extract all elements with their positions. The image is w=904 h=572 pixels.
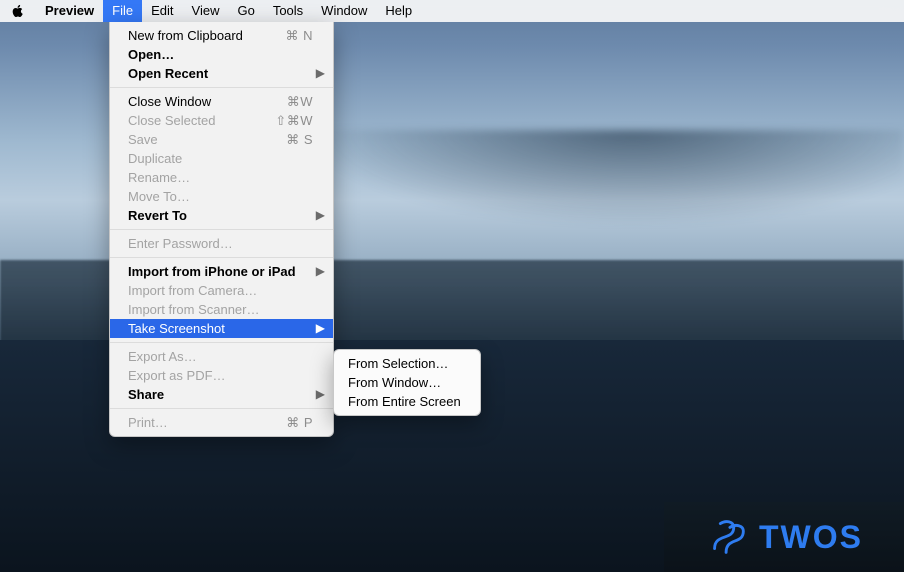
menu-item-rename: Rename…: [110, 168, 333, 187]
chevron-right-icon: ▶: [316, 206, 325, 225]
menu-item-shortcut: ⌘ S: [286, 130, 313, 149]
twos-logo-icon: [705, 514, 751, 560]
chevron-right-icon: ▶: [316, 64, 325, 83]
menu-separator: [110, 229, 333, 230]
menu-item-share[interactable]: Share▶: [110, 385, 333, 404]
menu-item-new-from-clipboard[interactable]: New from Clipboard⌘ N: [110, 26, 333, 45]
menu-separator: [110, 342, 333, 343]
app-name[interactable]: Preview: [36, 0, 103, 22]
menu-item-move-to: Move To…: [110, 187, 333, 206]
menu-item-label: Rename…: [128, 168, 313, 187]
file-menu-dropdown: New from Clipboard⌘ NOpen…Open Recent▶Cl…: [109, 22, 334, 437]
chevron-right-icon: ▶: [316, 262, 325, 281]
menu-item-label: Export as PDF…: [128, 366, 313, 385]
menu-separator: [110, 408, 333, 409]
menu-item-label: Move To…: [128, 187, 313, 206]
submenu-from-entire-screen[interactable]: From Entire Screen: [334, 392, 480, 411]
submenu-from-selection[interactable]: From Selection…: [334, 354, 480, 373]
menu-item-close-window[interactable]: Close Window⌘W: [110, 92, 333, 111]
menu-item-label: Enter Password…: [128, 234, 313, 253]
menu-window[interactable]: Window: [312, 0, 376, 22]
menu-item-import-from-scanner: Import from Scanner…: [110, 300, 333, 319]
menu-item-duplicate: Duplicate: [110, 149, 333, 168]
menu-item-save: Save⌘ S: [110, 130, 333, 149]
menu-item-label: Print…: [128, 413, 286, 432]
menu-tools[interactable]: Tools: [264, 0, 312, 22]
menu-item-label: Close Selected: [128, 111, 275, 130]
menu-go[interactable]: Go: [228, 0, 263, 22]
menu-item-open-recent[interactable]: Open Recent▶: [110, 64, 333, 83]
menu-file[interactable]: File: [103, 0, 142, 22]
chevron-right-icon: ▶: [316, 319, 325, 338]
menu-item-label: Import from Scanner…: [128, 300, 313, 319]
menu-item-import-from-camera: Import from Camera…: [110, 281, 333, 300]
menu-item-enter-password: Enter Password…: [110, 234, 333, 253]
menu-item-shortcut: ⌘ N: [286, 26, 314, 45]
menu-item-open[interactable]: Open…: [110, 45, 333, 64]
menu-separator: [110, 257, 333, 258]
menu-item-export-as: Export As…: [110, 347, 333, 366]
menu-item-label: Import from iPhone or iPad: [128, 262, 313, 281]
chevron-right-icon: ▶: [316, 385, 325, 404]
menu-item-label: Close Window: [128, 92, 287, 111]
apple-menu-icon[interactable]: [10, 4, 26, 18]
menu-edit[interactable]: Edit: [142, 0, 182, 22]
menu-separator: [110, 87, 333, 88]
menu-item-label: Save: [128, 130, 286, 149]
menu-view[interactable]: View: [183, 0, 229, 22]
menu-item-close-selected: Close Selected⇧⌘W: [110, 111, 333, 130]
menu-item-label: Duplicate: [128, 149, 313, 168]
menu-item-import-from-iphone-or-ipad[interactable]: Import from iPhone or iPad▶: [110, 262, 333, 281]
menu-item-shortcut: ⌘ P: [286, 413, 313, 432]
menu-item-label: Open…: [128, 45, 313, 64]
twos-watermark-text: TWOS: [759, 519, 863, 556]
take-screenshot-submenu: From Selection… From Window… From Entire…: [333, 349, 481, 416]
menu-help[interactable]: Help: [376, 0, 421, 22]
menu-item-revert-to[interactable]: Revert To▶: [110, 206, 333, 225]
twos-watermark: TWOS: [664, 502, 904, 572]
menu-item-shortcut: ⌘W: [287, 92, 313, 111]
menu-item-label: Export As…: [128, 347, 313, 366]
submenu-from-window[interactable]: From Window…: [334, 373, 480, 392]
menu-item-label: Open Recent: [128, 64, 313, 83]
menu-item-label: Import from Camera…: [128, 281, 313, 300]
menu-item-print: Print…⌘ P: [110, 413, 333, 432]
menu-bar: Preview File Edit View Go Tools Window H…: [0, 0, 904, 22]
menu-item-label: Revert To: [128, 206, 313, 225]
menu-item-label: Share: [128, 385, 313, 404]
menu-item-shortcut: ⇧⌘W: [275, 111, 313, 130]
menu-item-label: New from Clipboard: [128, 26, 286, 45]
menu-item-export-as-pdf: Export as PDF…: [110, 366, 333, 385]
menu-item-label: Take Screenshot: [128, 319, 313, 338]
menu-item-take-screenshot[interactable]: Take Screenshot▶: [110, 319, 333, 338]
